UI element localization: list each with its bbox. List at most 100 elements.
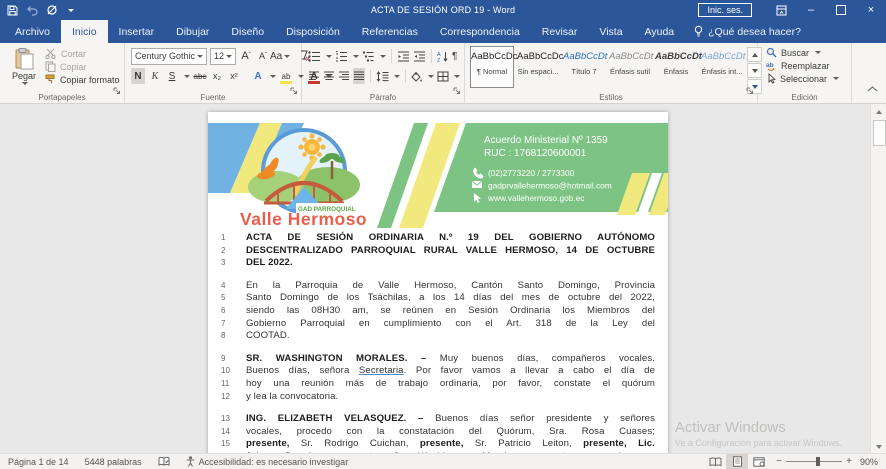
- style-enfasis-sutil[interactable]: AaBbCcDt Énfasis sutil: [608, 46, 652, 88]
- paragraph-marks-icon[interactable]: ¶: [452, 51, 457, 62]
- doc-line: 3DEL 2022.: [208, 257, 668, 270]
- line-spacing-icon[interactable]: [376, 71, 389, 82]
- clipboard-dialog-launcher-icon[interactable]: [113, 82, 121, 100]
- document-page[interactable]: GAD PARROQUIAL Valle Hermoso Acuerdo Min…: [208, 112, 668, 454]
- zoom-level[interactable]: 90%: [860, 457, 878, 467]
- zoom-thumb[interactable]: [816, 457, 820, 466]
- bold-button[interactable]: N: [131, 68, 145, 84]
- text-effects-caret[interactable]: [270, 75, 276, 78]
- document-canvas[interactable]: GAD PARROQUIAL Valle Hermoso Acuerdo Min…: [0, 104, 886, 454]
- doc-line: 2DESCENTRALIZADO PARROQUIAL RURAL VALLE …: [208, 245, 668, 258]
- paragraph-dialog-launcher-icon[interactable]: [453, 82, 461, 100]
- text-effects-button[interactable]: A: [251, 68, 265, 84]
- doc-line: 9SR. WASHINGTON MORALES. – Muy buenos dí…: [208, 353, 668, 366]
- shading-caret[interactable]: [428, 75, 434, 78]
- superscript-button[interactable]: x²: [227, 68, 241, 84]
- decrease-indent-icon[interactable]: [397, 51, 410, 62]
- cut-button[interactable]: Cortar: [45, 48, 120, 59]
- paste-dropdown-caret[interactable]: [22, 82, 28, 85]
- tab-insertar[interactable]: Insertar: [108, 20, 166, 43]
- sign-in-button[interactable]: Inic. ses.: [698, 3, 752, 17]
- accessibility-icon: [186, 456, 195, 467]
- font-size-combo[interactable]: 12: [210, 48, 236, 65]
- doc-line: 14vocales, procedo con la constatación d…: [208, 426, 668, 439]
- document-text[interactable]: 1ACTA DE SESIÓN ORDINARIA N.º 19 DEL GOB…: [208, 229, 668, 454]
- align-center-icon[interactable]: [323, 71, 335, 81]
- numbering-icon[interactable]: [335, 51, 348, 62]
- subscript-button[interactable]: x₂: [210, 68, 224, 84]
- zoom-in-button[interactable]: +: [846, 456, 852, 467]
- multilevel-list-icon[interactable]: [362, 51, 375, 62]
- tab-disposicion[interactable]: Disposición: [275, 20, 351, 43]
- style-enfasis[interactable]: AaBbCcDt Énfasis: [654, 46, 698, 88]
- styles-dialog-launcher-icon[interactable]: [746, 82, 754, 100]
- paste-button[interactable]: Pegar: [6, 46, 42, 85]
- accessibility-status[interactable]: Accesibilidad: es necesario investigar: [178, 456, 357, 467]
- bullets-caret[interactable]: [326, 55, 332, 58]
- find-button[interactable]: Buscar: [766, 47, 851, 58]
- bullets-icon[interactable]: [308, 51, 321, 62]
- tab-inicio[interactable]: Inicio: [61, 20, 108, 43]
- copy-button[interactable]: Copiar: [45, 61, 120, 72]
- underline-button[interactable]: S: [165, 68, 179, 84]
- shrink-font-button[interactable]: Aˇ: [256, 48, 270, 64]
- find-caret: [815, 51, 821, 54]
- borders-icon[interactable]: [437, 71, 449, 82]
- tab-vista[interactable]: Vista: [588, 20, 633, 43]
- vertical-scrollbar[interactable]: [870, 104, 886, 454]
- tab-correspondencia[interactable]: Correspondencia: [429, 20, 531, 43]
- style-titulo-7[interactable]: AaBbCcDt Título 7: [562, 46, 606, 88]
- change-case-button[interactable]: Aa: [273, 48, 287, 64]
- increase-indent-icon[interactable]: [413, 51, 426, 62]
- doc-line: 1ACTA DE SESIÓN ORDINARIA N.º 19 DEL GOB…: [208, 232, 668, 245]
- read-mode-icon[interactable]: [704, 454, 726, 469]
- tab-referencias[interactable]: Referencias: [351, 20, 429, 43]
- tell-me-box[interactable]: ¿Qué desea hacer?: [685, 20, 810, 43]
- ribbon-display-options-icon[interactable]: [766, 0, 796, 20]
- italic-button[interactable]: K: [148, 68, 162, 84]
- underline-caret[interactable]: [184, 75, 190, 78]
- tab-dibujar[interactable]: Dibujar: [165, 20, 220, 43]
- style-enfasis-intenso[interactable]: AaBbCcDt Énfasis int...: [700, 46, 744, 88]
- numbering-caret[interactable]: [353, 55, 359, 58]
- search-icon: [766, 47, 777, 58]
- grow-font-button[interactable]: Aˆ: [239, 48, 253, 64]
- word-count[interactable]: 5448 palabras: [77, 457, 150, 467]
- align-left-icon[interactable]: [308, 71, 320, 81]
- scroll-up-icon[interactable]: [872, 105, 885, 118]
- sort-icon[interactable]: AZ: [437, 51, 449, 62]
- shading-icon[interactable]: [410, 71, 423, 82]
- tab-diseno[interactable]: Diseño: [220, 20, 275, 43]
- align-right-icon[interactable]: [338, 71, 350, 81]
- format-painter-button[interactable]: Copiar formato: [45, 74, 120, 85]
- scroll-down-icon[interactable]: [872, 440, 885, 453]
- line-spacing-caret[interactable]: [394, 75, 400, 78]
- justify-icon[interactable]: [353, 68, 365, 84]
- proofing-status-icon[interactable]: [150, 456, 178, 467]
- minimize-button[interactable]: –: [796, 0, 826, 20]
- font-dialog-launcher-icon[interactable]: [290, 82, 298, 100]
- multilevel-caret[interactable]: [380, 55, 386, 58]
- restore-button[interactable]: [826, 0, 856, 20]
- select-button[interactable]: Seleccionar: [766, 73, 851, 84]
- page-indicator[interactable]: Página 1 de 14: [0, 457, 77, 467]
- tab-ayuda[interactable]: Ayuda: [634, 20, 686, 43]
- scrollbar-thumb[interactable]: [873, 120, 886, 146]
- tab-revisar[interactable]: Revisar: [531, 20, 589, 43]
- zoom-out-button[interactable]: −: [776, 456, 782, 467]
- close-button[interactable]: ×: [856, 0, 886, 20]
- replace-button[interactable]: ab Reemplazar: [766, 60, 851, 71]
- tab-archivo[interactable]: Archivo: [4, 20, 61, 43]
- group-paragraph: AZ ¶ Párrafo: [302, 43, 465, 103]
- strikethrough-button[interactable]: abc: [193, 68, 207, 84]
- print-layout-icon[interactable]: [726, 454, 748, 469]
- zoom-track[interactable]: [786, 461, 842, 462]
- web-layout-icon[interactable]: [748, 454, 770, 469]
- status-bar: Página 1 de 14 5448 palabras Accesibilid…: [0, 453, 886, 469]
- collapse-ribbon-icon[interactable]: [867, 79, 878, 97]
- font-family-combo[interactable]: Century Gothic: [131, 48, 207, 65]
- borders-caret[interactable]: [454, 75, 460, 78]
- style-sin-espaciado[interactable]: AaBbCcDc Sin espaci...: [516, 46, 560, 88]
- svg-text:ab: ab: [766, 62, 774, 69]
- style-normal[interactable]: AaBbCcDc ¶ Normal: [470, 46, 514, 88]
